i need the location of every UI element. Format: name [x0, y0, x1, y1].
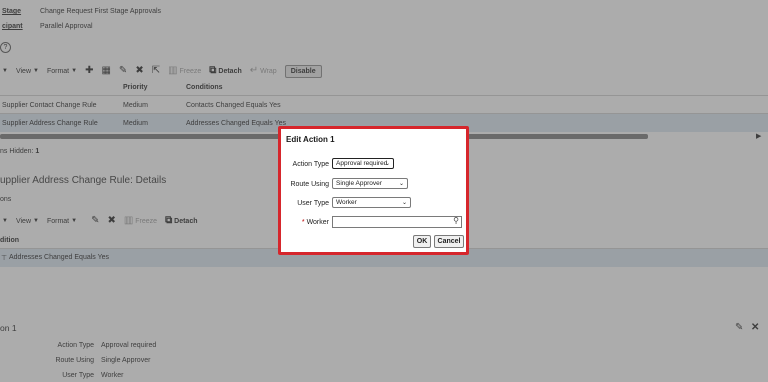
action-type-select[interactable]: Approval required ⌄	[332, 158, 394, 169]
edit-action-dialog: Edit Action 1 Action Type Approval requi…	[278, 126, 469, 255]
chevron-down-icon: ⌄	[401, 200, 407, 206]
dialog-title: Edit Action 1	[286, 135, 335, 144]
worker-label: * Worker	[301, 219, 329, 226]
action-type-label: Action Type	[292, 161, 329, 168]
route-using-select[interactable]: Single Approver ⌄	[332, 178, 408, 189]
search-icon[interactable]: ⚲	[453, 216, 459, 225]
user-type-select[interactable]: Worker ⌄	[332, 197, 411, 208]
chevron-down-icon: ⌄	[384, 161, 390, 167]
worker-input[interactable]: ⚲	[332, 216, 462, 228]
cancel-button[interactable]: Cancel	[434, 235, 464, 248]
route-using-label: Route Using	[290, 181, 329, 188]
chevron-down-icon: ⌄	[398, 181, 404, 187]
ok-button[interactable]: OK	[413, 235, 431, 248]
user-type-label: User Type	[297, 200, 329, 207]
